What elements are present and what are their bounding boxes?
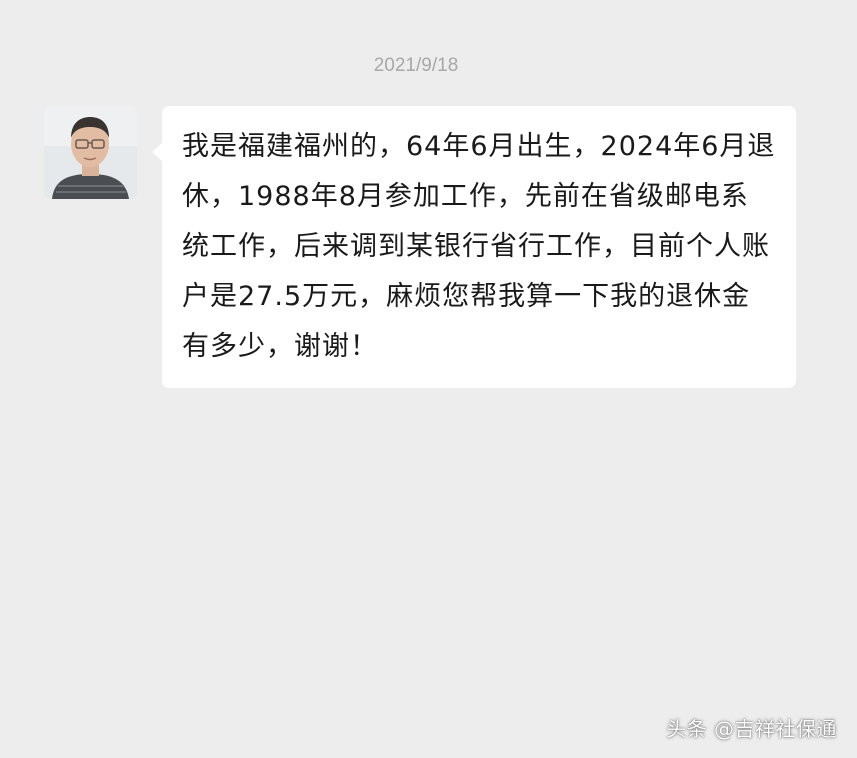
watermark: 头条 @吉祥社保通 <box>666 717 837 741</box>
chat-area[interactable]: 2021/9/18 我是福建福州的，64年6月出生，2024年6月退休，1988… <box>0 0 857 758</box>
message-bubble[interactable]: 我是福建福州的，64年6月出生，2024年6月退休，1988年8月参加工作，先前… <box>162 106 796 388</box>
avatar[interactable] <box>44 106 137 199</box>
avatar-man-glasses-icon <box>44 106 137 199</box>
message-timestamp: 2021/9/18 <box>373 55 459 76</box>
message-row: 我是福建福州的，64年6月出生，2024年6月退休，1988年8月参加工作，先前… <box>44 106 804 396</box>
